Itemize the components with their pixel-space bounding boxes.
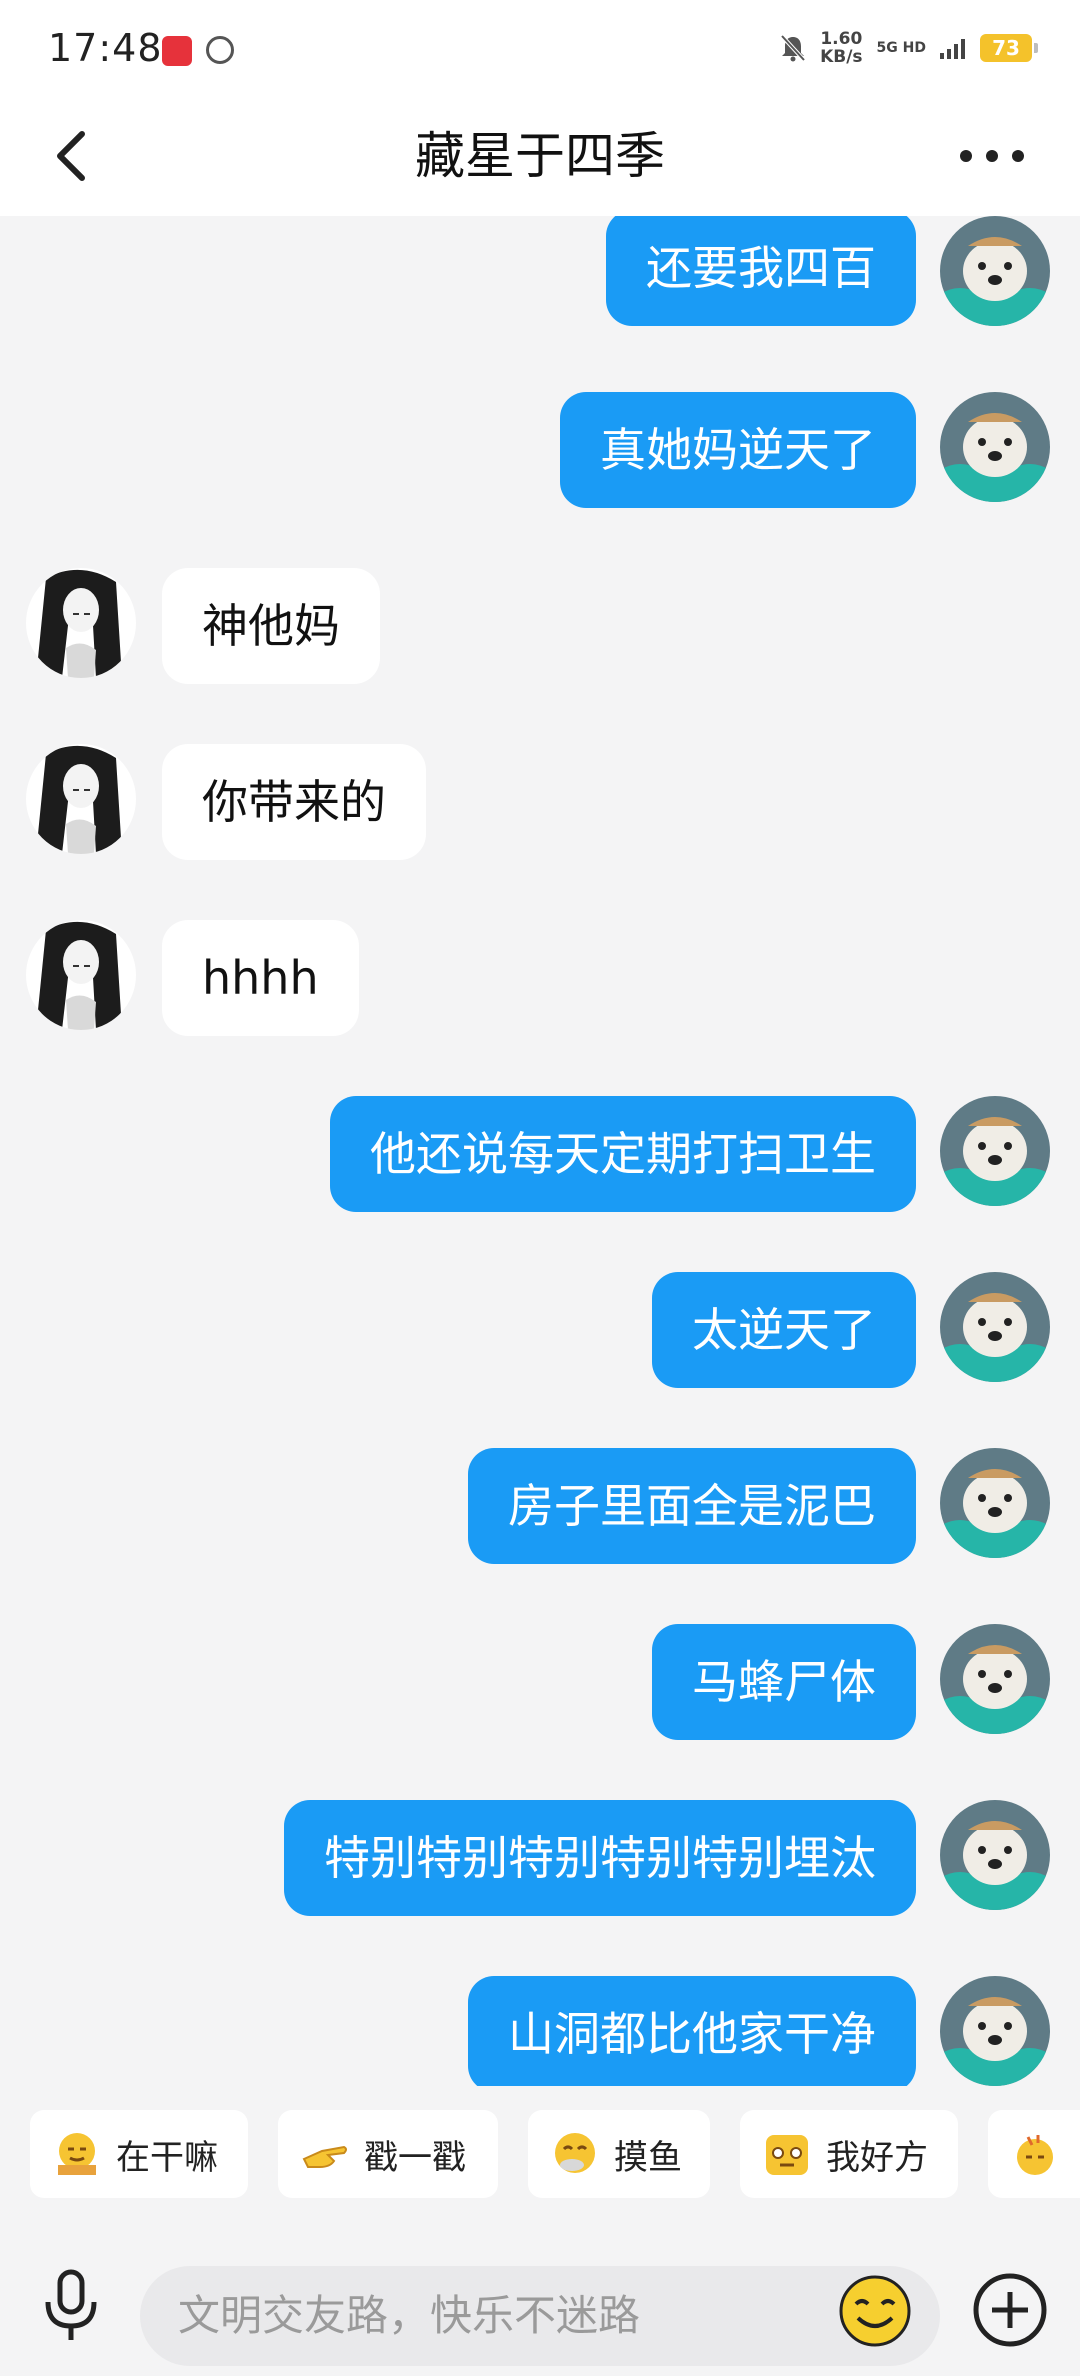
message-outgoing: 他还说每天定期打扫卫生 (0, 1096, 1080, 1212)
message-bubble[interactable]: 房子里面全是泥巴 (468, 1448, 916, 1564)
message-incoming: 神他妈 (0, 568, 1080, 684)
message-bubble[interactable]: 太逆天了 (652, 1272, 916, 1388)
message-outgoing: 太逆天了 (0, 1272, 1080, 1388)
square-face-icon (766, 2135, 808, 2175)
quick-action-label: 戳一戳 (364, 2137, 466, 2178)
sync-icon (206, 36, 234, 64)
message-bubble[interactable]: hhhh (162, 920, 359, 1036)
status-time: 17:48 (48, 26, 163, 70)
my-avatar-dog[interactable] (940, 1800, 1050, 1910)
contact-avatar[interactable] (26, 744, 136, 854)
status-bar: 17:48 1.60 KB/s 5G HD 73 (0, 0, 1080, 100)
quick-action-label: 在干嘛 (116, 2137, 218, 2178)
my-avatar-dog[interactable] (940, 392, 1050, 502)
chat-header: 藏星于四季 (0, 100, 1080, 216)
poke-hand-icon (302, 2145, 347, 2168)
mute-bell-icon (780, 34, 806, 62)
plus-icon[interactable] (970, 2270, 1050, 2350)
app-notification-icon (162, 36, 192, 66)
message-incoming: 你带来的 (0, 744, 1080, 860)
input-bar: 文明交友路，快乐不迷路 (0, 2226, 1080, 2376)
emoji-smile-icon[interactable] (838, 2274, 912, 2348)
signal-icon (940, 39, 965, 59)
my-avatar-dog[interactable] (940, 1096, 1050, 1206)
battery-indicator: 73 (980, 34, 1038, 62)
quick-action-busy[interactable]: 在干嘛 (30, 2110, 248, 2198)
speed-unit: KB/s (820, 47, 863, 67)
my-avatar-dog[interactable] (940, 1976, 1050, 2086)
message-bubble[interactable]: 山洞都比他家干净 (468, 1976, 916, 2086)
more-options-icon[interactable] (952, 120, 1032, 192)
quick-action-more[interactable] (988, 2110, 1080, 2198)
contact-avatar[interactable] (26, 920, 136, 1030)
message-bubble[interactable]: 真她妈逆天了 (560, 392, 916, 508)
quick-action-slack[interactable]: 摸鱼 (528, 2110, 710, 2198)
my-avatar-dog[interactable] (940, 1448, 1050, 1558)
extra-emoji-icon (1017, 2135, 1053, 2175)
message-bubble[interactable]: 你带来的 (162, 744, 426, 860)
quick-action-label: 摸鱼 (614, 2137, 682, 2178)
message-input[interactable]: 文明交友路，快乐不迷路 (140, 2266, 940, 2366)
status-right-group: 1.60 KB/s 5G HD 73 (780, 30, 1038, 66)
message-bubble[interactable]: 还要我四百 (606, 216, 916, 326)
slacking-emoji-icon (555, 2133, 595, 2173)
message-bubble[interactable]: 神他妈 (162, 568, 380, 684)
speed-value: 1.60 (820, 29, 863, 49)
message-outgoing: 马蜂尸体 (0, 1624, 1080, 1740)
message-bubble[interactable]: 特别特别特别特别特别埋汰 (284, 1800, 916, 1916)
network-speed: 1.60 KB/s (820, 30, 862, 66)
network-indicator: 5G HD (876, 40, 926, 56)
message-bubble[interactable]: 马蜂尸体 (652, 1624, 916, 1740)
quick-action-label: 我好方 (826, 2137, 928, 2178)
message-outgoing: 真她妈逆天了 (0, 392, 1080, 508)
message-outgoing: 山洞都比他家干净 (0, 1976, 1080, 2086)
message-list[interactable]: 还要我四百 真她妈逆天了 神他妈 你带来的 hhhh 他还说每天定期打扫卫生 太… (0, 216, 1080, 2086)
chat-title: 藏星于四季 (415, 127, 665, 185)
message-outgoing: 特别特别特别特别特别埋汰 (0, 1800, 1080, 1916)
contact-avatar[interactable] (26, 568, 136, 678)
quick-action-bar: 在干嘛 戳一戳 摸鱼 我好方 (0, 2086, 1080, 2226)
message-outgoing: 还要我四百 (0, 216, 1080, 326)
message-bubble[interactable]: 他还说每天定期打扫卫生 (330, 1096, 916, 1212)
quick-action-poke[interactable]: 戳一戳 (278, 2110, 498, 2198)
message-incoming: hhhh (0, 920, 1080, 1036)
quick-action-square[interactable]: 我好方 (740, 2110, 958, 2198)
my-avatar-dog[interactable] (940, 1272, 1050, 1382)
my-avatar-dog[interactable] (940, 216, 1050, 326)
message-outgoing: 房子里面全是泥巴 (0, 1448, 1080, 1564)
busy-emoji-icon (58, 2133, 96, 2175)
microphone-icon[interactable] (36, 2266, 106, 2346)
my-avatar-dog[interactable] (940, 1624, 1050, 1734)
